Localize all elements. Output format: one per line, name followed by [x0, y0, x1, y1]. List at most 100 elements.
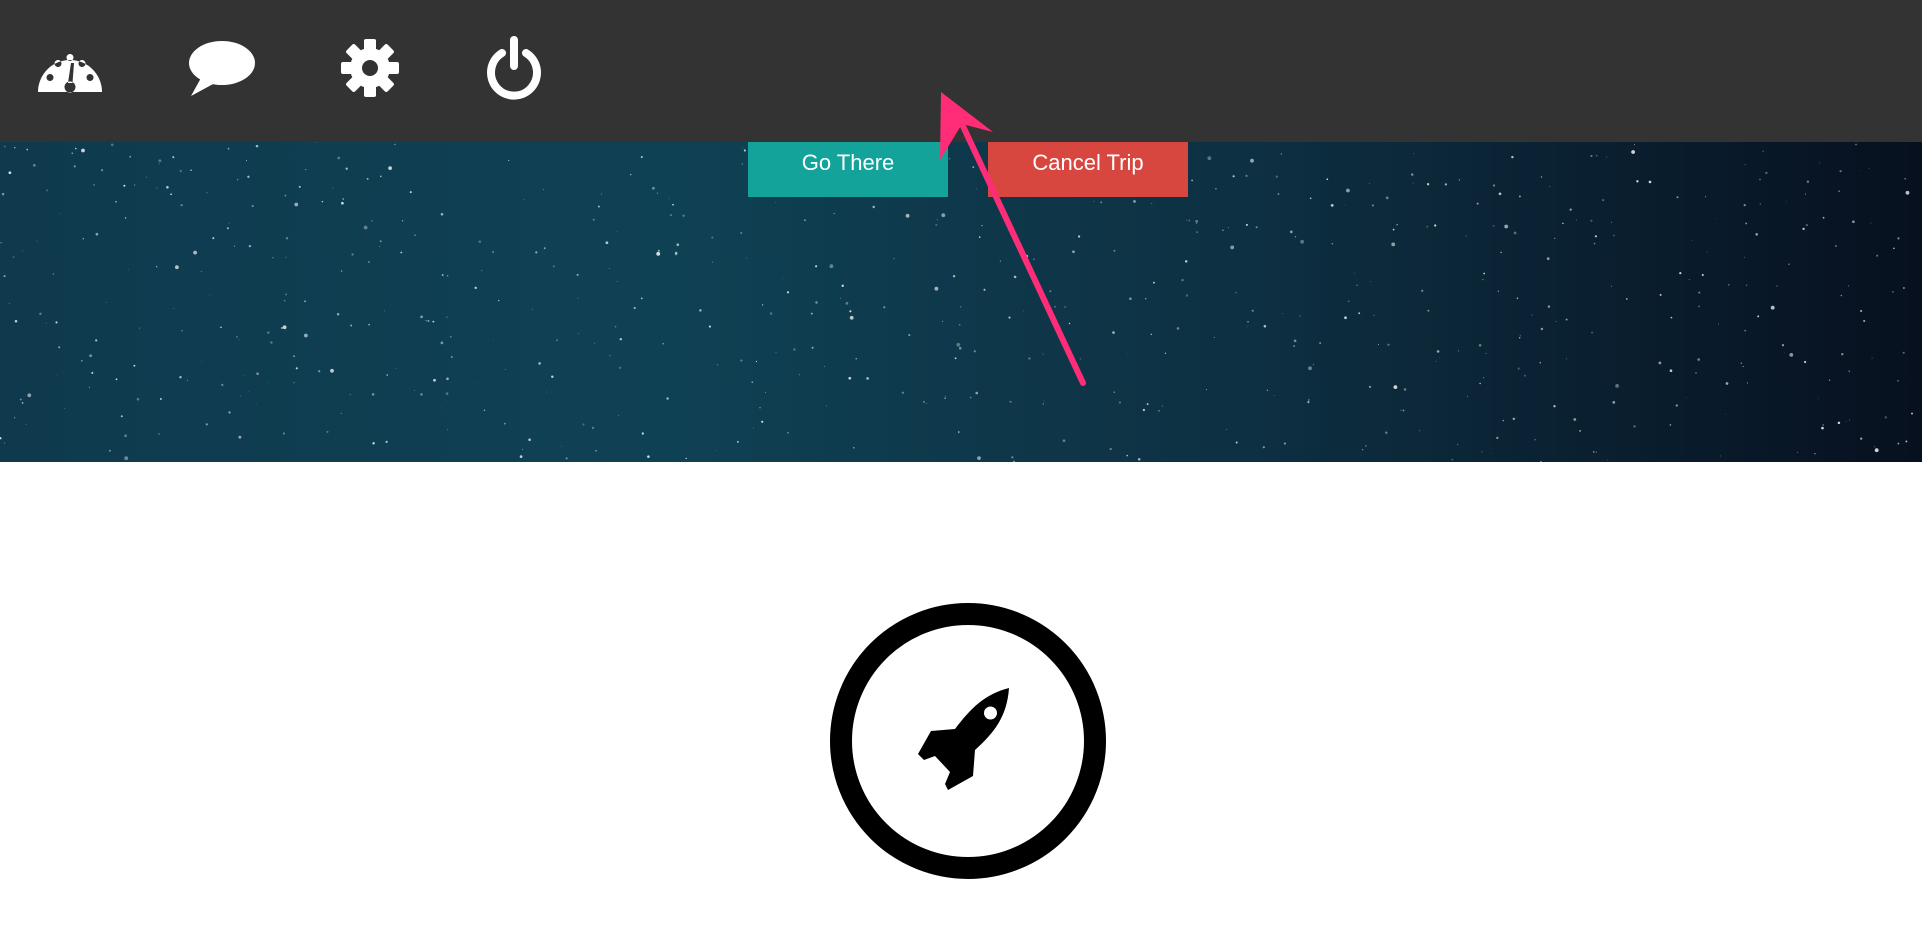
star [1419, 430, 1421, 432]
star [236, 178, 239, 181]
star [845, 302, 849, 305]
star [146, 176, 147, 178]
go-there-button[interactable]: Go There [748, 142, 948, 197]
star [366, 177, 369, 180]
star [543, 247, 546, 250]
star [340, 412, 342, 415]
star [1025, 254, 1029, 258]
star [519, 455, 523, 458]
star [1897, 442, 1900, 445]
star [180, 203, 183, 207]
star [345, 167, 348, 170]
star [60, 213, 61, 214]
star [1282, 313, 1284, 314]
star [1569, 208, 1572, 211]
star [999, 260, 1001, 262]
star [1518, 337, 1521, 339]
star [1079, 358, 1081, 360]
star [823, 365, 825, 367]
star [1142, 408, 1146, 412]
star [1554, 237, 1556, 239]
star [159, 398, 162, 400]
star [447, 429, 448, 431]
gear-icon[interactable] [330, 28, 410, 108]
star [81, 148, 85, 153]
star [1387, 343, 1390, 347]
star [400, 251, 403, 254]
star [901, 391, 905, 394]
star [1, 192, 5, 196]
star [594, 342, 595, 344]
star [1184, 260, 1188, 263]
star [740, 231, 743, 235]
star [855, 358, 857, 360]
star [1411, 173, 1414, 176]
star [1358, 312, 1361, 315]
star [1500, 251, 1502, 254]
star [1365, 445, 1367, 447]
star [1235, 441, 1238, 444]
star [1262, 446, 1265, 449]
star [1848, 370, 1850, 372]
star [591, 426, 595, 430]
star [1789, 353, 1794, 357]
star [46, 189, 49, 192]
star [1312, 363, 1314, 366]
star [975, 391, 979, 395]
star [1846, 421, 1847, 423]
star [522, 448, 524, 450]
star [75, 147, 77, 150]
star [321, 200, 324, 203]
star [711, 236, 714, 239]
starfield-background [0, 142, 1913, 462]
star [619, 337, 623, 341]
star [532, 308, 534, 310]
power-icon[interactable] [474, 28, 554, 108]
star [173, 308, 175, 309]
star [1594, 235, 1597, 238]
star [1837, 421, 1841, 425]
star [787, 431, 789, 434]
star [1804, 193, 1806, 195]
dashboard-gauge-icon[interactable] [30, 28, 110, 108]
star [0, 241, 2, 244]
star [872, 205, 875, 209]
star [1855, 143, 1857, 146]
star [503, 422, 506, 425]
star [1516, 297, 1519, 300]
star [1868, 168, 1870, 169]
star [774, 202, 776, 203]
star [1565, 318, 1568, 321]
star [158, 433, 160, 435]
star [71, 152, 74, 155]
star [1728, 284, 1730, 286]
star [228, 222, 230, 224]
star [597, 205, 600, 208]
star [1205, 389, 1208, 391]
cancel-trip-button[interactable]: Cancel Trip [988, 142, 1188, 197]
star [1421, 289, 1424, 292]
star [1685, 396, 1687, 398]
star [1539, 362, 1541, 364]
star [1439, 357, 1440, 359]
star [682, 214, 685, 217]
star [318, 370, 321, 373]
star [1126, 353, 1128, 354]
star [737, 441, 739, 443]
star [1902, 287, 1905, 289]
star [1757, 315, 1760, 318]
star [19, 398, 22, 401]
star [1478, 343, 1482, 347]
star [55, 375, 57, 376]
chat-bubble-icon[interactable] [182, 28, 262, 108]
star [425, 320, 427, 322]
star [640, 297, 643, 300]
star [1377, 344, 1379, 345]
star [363, 225, 368, 230]
star [492, 339, 494, 341]
star [657, 249, 660, 252]
star [1061, 336, 1062, 338]
star [440, 341, 444, 345]
star [504, 369, 506, 370]
star [1625, 297, 1628, 300]
